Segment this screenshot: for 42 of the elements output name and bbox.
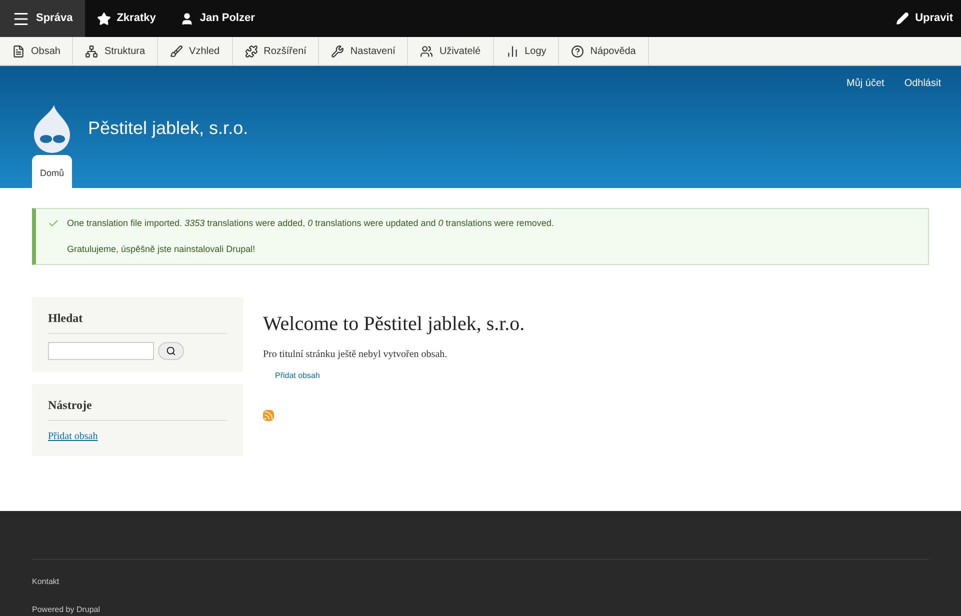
brush-icon [170,44,184,58]
block-title: Hledat [48,309,227,334]
block-title: Nástroje [48,396,227,421]
user-icon [180,12,194,26]
toolbar-tab[interactable]: Jan Polzer [168,0,267,37]
drop-logo-icon [32,103,72,153]
document-icon [12,44,25,58]
help-icon [571,44,584,58]
hierarchy-icon [85,44,98,58]
edit-button[interactable]: Upravit [888,0,961,37]
sidebar-link[interactable]: Přidat obsah [48,429,227,444]
user-link[interactable]: Odhlásit [904,76,941,91]
rss-icon[interactable] [263,410,274,421]
message-text: Gratulujeme, úspěšně jste nainstalovali Drupal! [67,242,256,256]
admin-menu-item[interactable]: Struktura [73,37,158,65]
admin-menu-item[interactable]: Rozšíření [232,37,320,65]
message-text: One translation file imported. 3353 translations were added, 0 translations were updated and 0 translations were removed. [67,217,554,230]
user-link[interactable]: Můj účet [846,76,884,91]
toolbar-tab[interactable]: Zkratky [84,0,168,37]
add-content-link[interactable]: Přidat obsah [275,370,525,382]
site-name[interactable]: Pěstitel jablek, s.r.o. [88,114,248,142]
search-icon [166,346,176,356]
footer-link[interactable]: Powered by Drupal [32,604,929,616]
page-title: Welcome to Pěstitel jablek, s.r.o. [263,312,525,337]
admin-menu-item[interactable]: Uživatelé [408,37,494,65]
admin-menu-item[interactable]: Nastavení [319,37,408,65]
footer-link[interactable]: Kontakt [32,576,929,588]
star-icon [96,12,111,26]
admin-menu-item[interactable]: Logy [494,37,560,65]
users-icon [420,44,434,58]
puzzle-icon [244,44,258,58]
admin-menu-item[interactable]: Vzhled [158,37,233,65]
toolbar-tab[interactable]: Správa [0,0,85,37]
pencil-icon [896,12,910,25]
search-field[interactable] [48,342,154,360]
search-button[interactable] [158,342,184,360]
wrench-icon [331,44,344,58]
page-tab[interactable]: Domů [32,154,72,188]
admin-menu-item[interactable]: Nápověda [559,37,649,65]
page-text: Pro titulní stránku ještě nebyl vytvořen obsah. [263,348,448,362]
bar-chart-icon [506,44,519,58]
admin-menu-item[interactable]: Obsah [0,37,74,65]
